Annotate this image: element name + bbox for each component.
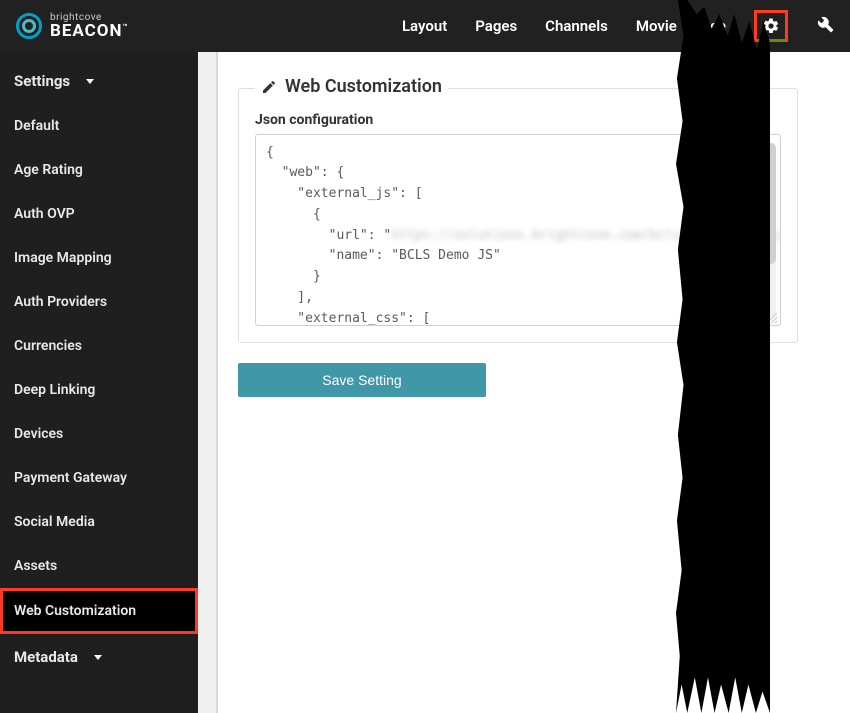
- wrench-icon: [816, 15, 834, 33]
- sidebar-item-label: Auth OVP: [14, 206, 75, 222]
- logo-mark: [16, 13, 42, 39]
- chevron-down-icon: [94, 655, 102, 660]
- logo-tm: ™: [123, 22, 129, 31]
- nav-layout[interactable]: Layout: [402, 17, 447, 35]
- logo[interactable]: brightcove BEACON™: [16, 13, 129, 40]
- sidebar: Settings Default Age Rating Auth OVP Ima…: [0, 52, 198, 713]
- sidebar-item-age-rating[interactable]: Age Rating: [0, 148, 198, 192]
- sidebar-item-default[interactable]: Default: [0, 104, 198, 148]
- logo-product-label: BEACON™: [50, 23, 129, 40]
- json-url-prefix: "url": ": [266, 228, 391, 243]
- pencil-icon: [261, 79, 277, 95]
- sidebar-item-label: Default: [14, 118, 59, 134]
- vertical-divider: [198, 52, 218, 713]
- nav-movie[interactable]: Movie: [636, 17, 677, 35]
- sidebar-section-settings[interactable]: Settings: [0, 58, 198, 104]
- sidebar-item-image-mapping[interactable]: Image Mapping: [0, 236, 198, 280]
- save-setting-button[interactable]: Save Setting: [238, 363, 486, 397]
- sidebar-item-web-customization[interactable]: Web Customization: [0, 588, 198, 634]
- sidebar-item-label: Devices: [14, 426, 63, 442]
- sidebar-section-label: Settings: [14, 72, 70, 90]
- sidebar-item-label: Payment Gateway: [14, 470, 127, 486]
- sidebar-item-label: Image Mapping: [14, 250, 112, 266]
- sidebar-section-label: Metadata: [14, 648, 78, 666]
- sidebar-item-auth-providers[interactable]: Auth Providers: [0, 280, 198, 324]
- settings-gear-button[interactable]: [754, 10, 788, 42]
- sidebar-item-payment-gateway[interactable]: Payment Gateway: [0, 456, 198, 500]
- image-tear-overlay: [676, 0, 770, 713]
- chevron-down-icon: [86, 79, 94, 84]
- sidebar-item-label: Auth Providers: [14, 294, 107, 310]
- sidebar-item-currencies[interactable]: Currencies: [0, 324, 198, 368]
- panel-title: Web Customization: [255, 76, 448, 97]
- sidebar-section-metadata[interactable]: Metadata: [0, 634, 198, 680]
- sidebar-item-devices[interactable]: Devices: [0, 412, 198, 456]
- sidebar-item-deep-linking[interactable]: Deep Linking: [0, 368, 198, 412]
- sidebar-item-label: Web Customization: [14, 603, 136, 619]
- sidebar-item-assets[interactable]: Assets: [0, 544, 198, 588]
- sidebar-item-label: Age Rating: [14, 162, 83, 178]
- sidebar-item-auth-ovp[interactable]: Auth OVP: [0, 192, 198, 236]
- save-button-label: Save Setting: [322, 372, 401, 388]
- logo-text: brightcove BEACON™: [50, 13, 129, 40]
- logo-product-text: BEACON: [50, 21, 123, 41]
- sidebar-item-label: Deep Linking: [14, 382, 95, 398]
- nav-pages[interactable]: Pages: [475, 17, 517, 35]
- sidebar-item-label: Assets: [14, 558, 57, 574]
- nav-channels[interactable]: Channels: [545, 17, 608, 35]
- sidebar-item-social-media[interactable]: Social Media: [0, 500, 198, 544]
- sidebar-item-label: Social Media: [14, 514, 95, 530]
- wrench-button[interactable]: [816, 15, 834, 37]
- panel-title-text: Web Customization: [285, 76, 442, 97]
- sidebar-item-label: Currencies: [14, 338, 82, 354]
- top-navigation: Layout Pages Channels Movie rce: [402, 10, 834, 42]
